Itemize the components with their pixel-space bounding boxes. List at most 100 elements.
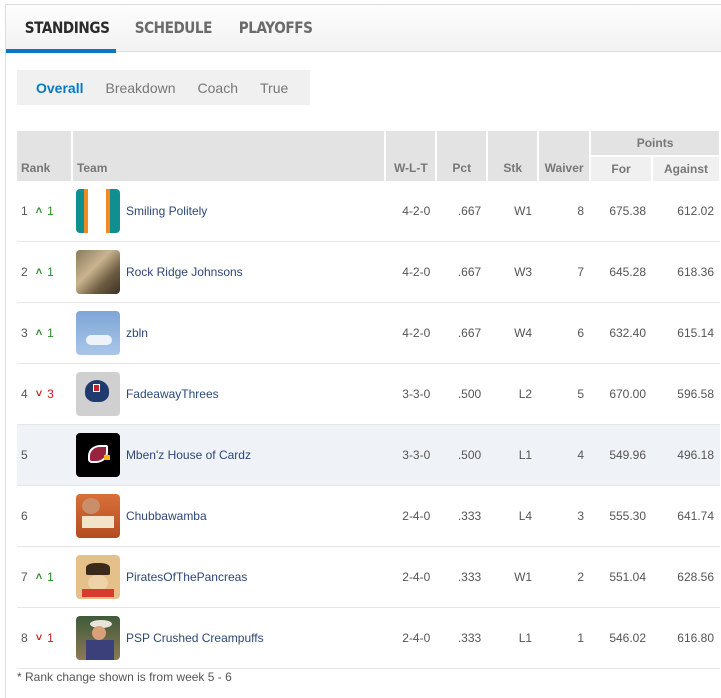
subtab-breakdown[interactable]: Breakdown	[105, 80, 175, 96]
team-cell: PiratesOfThePancreas	[71, 546, 386, 608]
team-name-link[interactable]: Smiling Politely	[126, 204, 207, 218]
waiver-cell: 4	[538, 424, 591, 486]
pct-cell: .500	[436, 363, 488, 425]
tab-standings[interactable]: STANDINGS	[6, 5, 116, 53]
standings-table: Rank Team W-L-T Pct Stk Waiver Points Fo…	[17, 131, 721, 669]
header-points-for[interactable]: For	[590, 156, 654, 181]
rank-change: ˄ 1	[36, 326, 54, 340]
chevron-up-icon: ˄	[35, 571, 43, 583]
rank-change-value: 1	[47, 326, 54, 340]
rank-change-footnote: * Rank change shown is from week 5 - 6	[17, 670, 232, 684]
wlt-cell: 3-3-0	[385, 424, 437, 486]
tab-schedule[interactable]: SCHEDULE	[116, 5, 220, 52]
points-against-cell: 596.58	[652, 363, 720, 425]
rank-value: 3	[21, 326, 28, 340]
pct-cell: .333	[436, 546, 488, 608]
table-row[interactable]: 4 ˅ 3 FadeawayThrees 3-3-0.500 L2 5 670.00 596.5…	[17, 363, 720, 425]
header-team[interactable]: Team	[71, 131, 387, 181]
header-points-against[interactable]: Against	[652, 156, 721, 181]
team-name-link[interactable]: Mben'z House of Cardz	[126, 448, 251, 462]
rank-cell: 7 ˄ 1	[17, 546, 72, 608]
rank-cell: 5	[17, 424, 72, 486]
table-row[interactable]: 1 ˄ 1 Smiling Politely 4-2-0.667 W1 8 675.38 612…	[17, 181, 720, 242]
streak-cell: W1	[487, 546, 539, 608]
rank-cell: 1 ˄ 1	[17, 181, 72, 242]
team-cell: Rock Ridge Johnsons	[71, 241, 386, 303]
team-logo[interactable]	[75, 494, 120, 538]
rank-value: 1	[21, 204, 28, 218]
points-for-cell: 551.04	[590, 546, 653, 608]
header-pct[interactable]: Pct	[436, 131, 489, 181]
team-name-link[interactable]: PiratesOfThePancreas	[126, 570, 247, 584]
team-logo[interactable]	[75, 372, 120, 416]
points-for-cell: 555.30	[590, 485, 653, 547]
wlt-cell: 2-4-0	[385, 485, 437, 547]
header-stk[interactable]: Stk	[487, 131, 540, 181]
team-name-link[interactable]: FadeawayThrees	[126, 387, 219, 401]
table-row[interactable]: 3 ˄ 1 zbln 4-2-0.667 W4 6 632.40 615.14	[17, 302, 720, 364]
tab-playoffs[interactable]: PLAYOFFS	[220, 5, 330, 52]
chevron-down-icon: ˅	[35, 388, 43, 400]
header-waiver[interactable]: Waiver	[538, 131, 592, 181]
rank-change-value: 1	[47, 570, 54, 584]
header-wlt[interactable]: W-L-T	[385, 131, 438, 181]
points-for-cell: 645.28	[590, 241, 653, 303]
team-cell: Smiling Politely	[71, 181, 386, 242]
tab-label: SCHEDULE	[134, 18, 213, 37]
table-row[interactable]: 6 Chubbawamba 2-4-0.333 L4 3 555.30 641.74	[17, 485, 720, 547]
subtab-true[interactable]: True	[260, 80, 288, 96]
rank-value: 4	[21, 387, 28, 401]
team-cell: zbln	[71, 302, 386, 364]
wlt-cell: 4-2-0	[385, 181, 437, 242]
table-row[interactable]: 5 Mben'z House of Cardz 3-3-0.500 L1 4 549.96…	[17, 424, 720, 486]
table-row[interactable]: 8 ˅ 1 PSP Crushed Creampuffs 2-4-0.333 L1 1 546…	[17, 607, 720, 669]
main-tabs: STANDINGS SCHEDULE PLAYOFFS	[6, 5, 721, 53]
team-cell: PSP Crushed Creampuffs	[71, 607, 386, 669]
team-cell: Chubbawamba	[71, 485, 386, 547]
tab-label: STANDINGS	[24, 18, 110, 37]
wlt-cell: 2-4-0	[385, 546, 437, 608]
rank-change-value: 1	[47, 204, 54, 218]
team-logo[interactable]	[75, 555, 120, 599]
team-logo[interactable]	[75, 189, 120, 233]
team-cell: FadeawayThrees	[71, 363, 386, 425]
table-row[interactable]: 7 ˄ 1 PiratesOfThePancreas 2-4-0.333 W1 2 551.0…	[17, 546, 720, 608]
wlt-cell: 3-3-0	[385, 363, 437, 425]
wlt-cell: 4-2-0	[385, 302, 437, 364]
rank-change-value: 1	[47, 631, 54, 645]
team-logo[interactable]	[75, 311, 120, 355]
rank-value: 5	[21, 448, 28, 462]
header-rank[interactable]: Rank	[17, 131, 73, 181]
team-logo[interactable]	[75, 250, 120, 294]
wlt-cell: 4-2-0	[385, 241, 437, 303]
team-name-link[interactable]: zbln	[126, 326, 148, 340]
streak-cell: L1	[487, 424, 539, 486]
points-against-cell: 618.36	[652, 241, 720, 303]
rank-change-value: 1	[47, 265, 54, 279]
points-for-cell: 549.96	[590, 424, 653, 486]
pct-cell: .500	[436, 424, 488, 486]
subtab-coach[interactable]: Coach	[198, 80, 238, 96]
points-against-cell: 496.18	[652, 424, 720, 486]
chevron-up-icon: ˄	[35, 205, 43, 217]
team-logo[interactable]	[75, 616, 120, 660]
team-name-link[interactable]: PSP Crushed Creampuffs	[126, 631, 264, 645]
streak-cell: W3	[487, 241, 539, 303]
chevron-up-icon: ˄	[35, 266, 43, 278]
team-cell: Mben'z House of Cardz	[71, 424, 386, 486]
points-for-cell: 675.38	[590, 181, 653, 242]
rank-value: 8	[21, 631, 28, 645]
wlt-cell: 2-4-0	[385, 607, 437, 669]
points-against-cell: 615.14	[652, 302, 720, 364]
pct-cell: .333	[436, 485, 488, 547]
rank-value: 7	[21, 570, 28, 584]
rank-cell: 3 ˄ 1	[17, 302, 72, 364]
waiver-cell: 3	[538, 485, 591, 547]
pct-cell: .667	[436, 241, 488, 303]
team-name-link[interactable]: Rock Ridge Johnsons	[126, 265, 243, 279]
team-logo[interactable]	[75, 433, 120, 477]
table-row[interactable]: 2 ˄ 1 Rock Ridge Johnsons 4-2-0.667 W3 7 645.28…	[17, 241, 720, 303]
team-name-link[interactable]: Chubbawamba	[126, 509, 207, 523]
subtab-overall[interactable]: Overall	[36, 80, 83, 96]
rank-change: ˅ 3	[36, 387, 54, 401]
